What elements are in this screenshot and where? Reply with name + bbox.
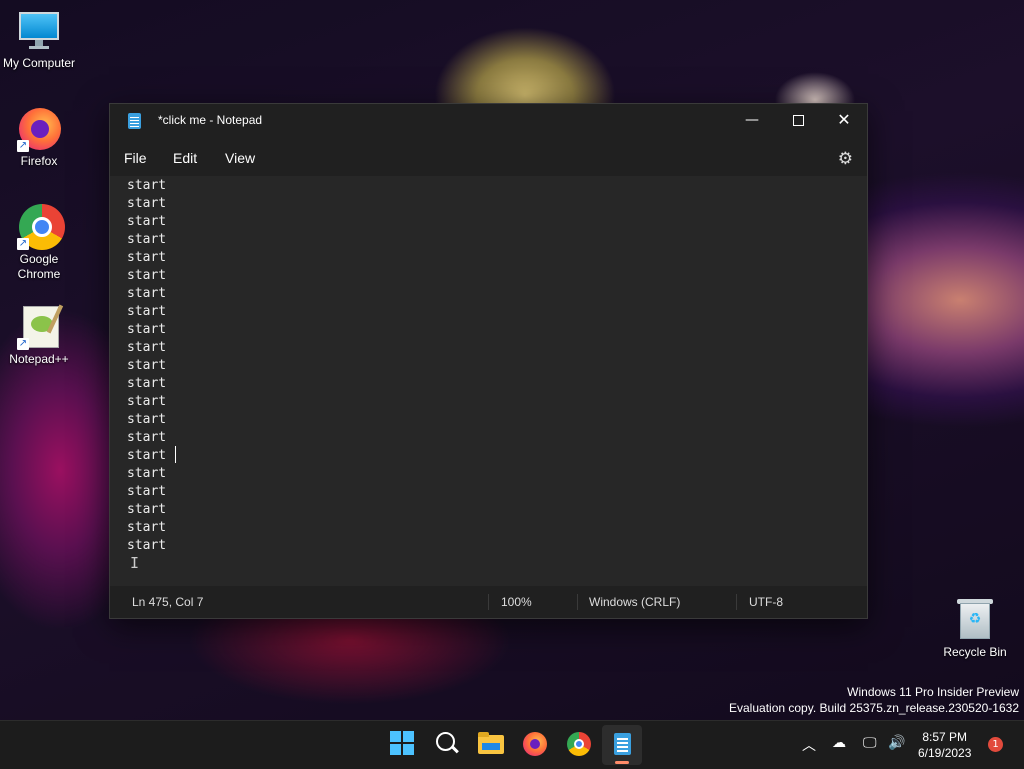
- text-line: start: [127, 502, 167, 517]
- maximize-button[interactable]: [775, 104, 821, 136]
- divider: [488, 594, 489, 610]
- desktop-icon-label: Recycle Bin: [943, 645, 1007, 659]
- cursor-position: Ln 475, Col 7: [132, 595, 204, 609]
- notification-badge[interactable]: 1: [988, 737, 1003, 752]
- desktop-icon-label: Google Chrome: [17, 252, 61, 281]
- watermark-line-1: Windows 11 Pro Insider Preview: [847, 685, 1019, 699]
- divider: [577, 594, 578, 610]
- search-button[interactable]: [434, 731, 460, 757]
- text-line: start: [127, 412, 167, 427]
- text-line: start: [127, 232, 167, 247]
- notepad-plus-plus-icon: ↗: [17, 304, 64, 350]
- chrome-icon: ↗: [17, 204, 65, 250]
- text-line: start: [127, 250, 167, 265]
- taskbar: ︿ ☁ 🖵 🔊 8:57 PM 6/19/2023 1: [0, 720, 1024, 769]
- maximize-icon: [792, 114, 804, 126]
- notepad-icon: [614, 733, 631, 755]
- notepad-window: *click me - Notepad — ✕ File Edit View ⚙…: [109, 103, 868, 619]
- notepad-icon: [128, 113, 141, 129]
- cloud-offline-icon: ☁: [832, 735, 846, 751]
- text-line: start: [127, 214, 167, 229]
- menu-view[interactable]: View: [225, 150, 255, 166]
- menu-edit[interactable]: Edit: [173, 150, 197, 166]
- firefox-taskbar-button[interactable]: [522, 731, 548, 757]
- firefox-icon: ↗: [17, 106, 61, 152]
- network-icon: 🖵: [863, 735, 877, 751]
- shortcut-arrow-icon: ↗: [17, 338, 29, 350]
- ibeam-cursor-icon: I: [130, 554, 140, 572]
- start-button[interactable]: [390, 731, 416, 757]
- volume-tray-button[interactable]: 🔊: [888, 735, 905, 751]
- text-line: start: [127, 376, 167, 391]
- watermark-line-2: Evaluation copy. Build 25375.zn_release.…: [729, 701, 1019, 715]
- text-caret: [175, 446, 176, 463]
- desktop-icon-my-computer[interactable]: My Computer: [1, 8, 77, 71]
- clock-date: 6/19/2023: [918, 746, 972, 760]
- status-bar: Ln 475, Col 7 100% Windows (CRLF) UTF-8: [110, 586, 867, 618]
- close-button[interactable]: ✕: [821, 104, 867, 136]
- text-line: start: [127, 268, 167, 283]
- text-editor[interactable]: start start start start start start star…: [110, 176, 867, 586]
- desktop-icon-firefox[interactable]: ↗ Firefox: [1, 106, 77, 169]
- text-line: start: [127, 430, 167, 445]
- line-ending[interactable]: Windows (CRLF): [589, 595, 680, 609]
- menu-file[interactable]: File: [124, 150, 147, 166]
- text-line: start: [127, 484, 167, 499]
- text-line: start: [127, 304, 167, 319]
- close-icon: ✕: [837, 110, 851, 129]
- shortcut-arrow-icon: ↗: [17, 140, 29, 152]
- shortcut-arrow-icon: ↗: [17, 238, 29, 250]
- clock[interactable]: 8:57 PM 6/19/2023: [918, 729, 971, 761]
- clock-time: 8:57 PM: [922, 730, 968, 744]
- text-line: start: [127, 394, 167, 409]
- title-bar[interactable]: *click me - Notepad — ✕: [110, 104, 867, 138]
- text-line: start: [127, 466, 167, 481]
- text-line: start: [127, 178, 167, 193]
- minimize-icon: —: [745, 112, 759, 128]
- text-line: start: [127, 538, 167, 553]
- text-line: start: [127, 448, 167, 463]
- text-line: start: [127, 322, 167, 337]
- chrome-taskbar-button[interactable]: [566, 731, 592, 757]
- desktop-icon-label: Firefox: [20, 154, 58, 168]
- text-line: start: [127, 340, 167, 355]
- speaker-icon: 🔊: [888, 735, 906, 751]
- windows-logo-icon: [390, 731, 414, 755]
- text-line: start: [127, 286, 167, 301]
- network-tray-button[interactable]: 🖵: [863, 735, 877, 751]
- text-line: start: [127, 196, 167, 211]
- divider: [736, 594, 737, 610]
- encoding[interactable]: UTF-8: [749, 595, 783, 609]
- menu-bar: File Edit View ⚙: [110, 140, 867, 176]
- recycle-bin-icon: ♻: [953, 597, 997, 641]
- evaluation-watermark: Windows 11 Pro Insider Preview Evaluatio…: [729, 684, 1019, 716]
- desktop-icon-label: Notepad++: [9, 352, 69, 366]
- desktop-icon-chrome[interactable]: ↗ Google Chrome: [1, 204, 77, 282]
- chevron-up-icon: ︿: [802, 738, 816, 754]
- notepad-taskbar-button[interactable]: [602, 725, 642, 765]
- desktop-icon-recycle-bin[interactable]: ♻ Recycle Bin: [937, 597, 1013, 660]
- active-app-indicator: [615, 761, 629, 764]
- text-line: start: [127, 520, 167, 535]
- show-hidden-icons-button[interactable]: ︿: [802, 735, 816, 755]
- settings-gear-icon[interactable]: ⚙: [838, 149, 853, 169]
- onedrive-tray-button[interactable]: ☁: [832, 735, 846, 751]
- text-line: start: [127, 358, 167, 373]
- desktop-icon-notepad-plus-plus[interactable]: ↗ Notepad++: [1, 304, 77, 367]
- minimize-button[interactable]: —: [729, 104, 775, 136]
- zoom-level[interactable]: 100%: [501, 595, 532, 609]
- file-explorer-button[interactable]: [478, 731, 504, 757]
- window-title: *click me - Notepad: [158, 113, 263, 127]
- desktop-icon-label: My Computer: [2, 56, 76, 70]
- monitor-icon: [17, 8, 61, 52]
